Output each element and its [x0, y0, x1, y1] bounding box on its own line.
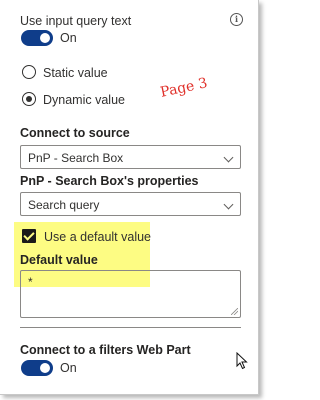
- default-value-textarea[interactable]: *: [20, 270, 241, 318]
- connect-to-source-dropdown[interactable]: PnP - Search Box: [20, 145, 241, 169]
- dynamic-value-label: Dynamic value: [43, 93, 125, 107]
- source-properties-label: PnP - Search Box's properties: [20, 174, 199, 188]
- use-input-query-label: Use input query text: [20, 14, 132, 28]
- chevron-down-icon: [223, 152, 234, 163]
- toggle-knob: [40, 363, 50, 373]
- chevron-down-icon: [223, 199, 234, 210]
- use-input-query-toggle[interactable]: [21, 30, 53, 46]
- use-default-value-label: Use a default value: [44, 230, 152, 244]
- toggle-knob: [40, 33, 50, 43]
- mouse-pointer-icon: [236, 352, 248, 370]
- source-properties-dropdown[interactable]: Search query: [20, 192, 241, 216]
- source-properties-value: Search query: [28, 198, 100, 212]
- filters-webpart-toggle[interactable]: [21, 360, 53, 376]
- connect-to-source-label: Connect to source: [20, 126, 130, 140]
- static-value-label: Static value: [43, 66, 108, 80]
- resize-handle-icon[interactable]: [231, 308, 238, 315]
- use-default-value-checkbox[interactable]: [22, 229, 36, 243]
- filters-webpart-toggle-state: On: [60, 361, 77, 375]
- dynamic-value-radio[interactable]: [22, 92, 36, 106]
- use-input-query-toggle-state: On: [60, 31, 77, 45]
- default-value-text: *: [28, 275, 33, 289]
- filters-webpart-label: Connect to a filters Web Part: [20, 343, 191, 357]
- default-value-label: Default value: [20, 253, 98, 267]
- static-value-radio[interactable]: [22, 65, 36, 79]
- property-pane: Use input query text i On Static value D…: [0, 0, 259, 395]
- page-annotation: Page 3: [158, 75, 209, 101]
- info-icon[interactable]: i: [230, 13, 243, 26]
- divider: [20, 327, 241, 328]
- connect-to-source-value: PnP - Search Box: [28, 151, 124, 165]
